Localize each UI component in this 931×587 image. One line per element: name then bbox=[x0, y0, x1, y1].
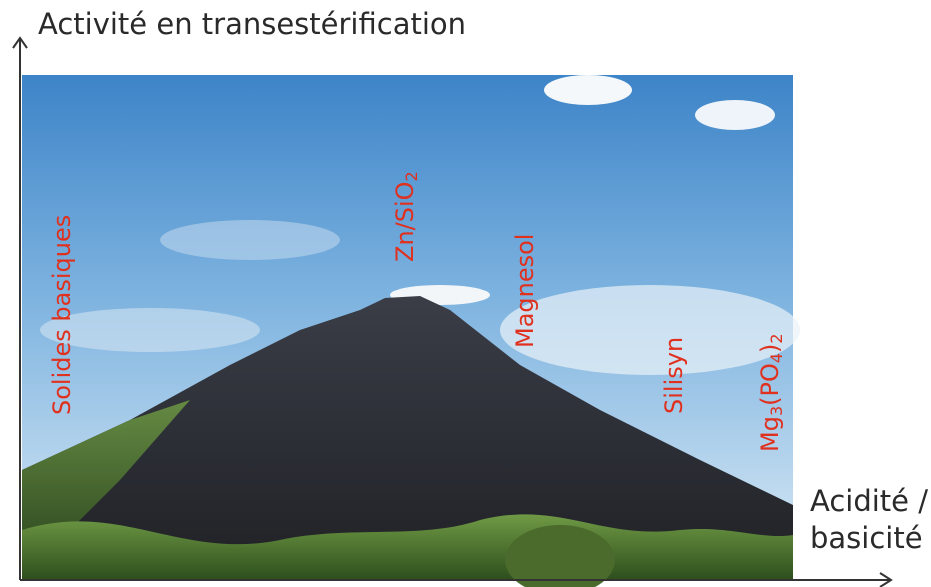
cloud bbox=[500, 285, 800, 375]
label-mg-text: Mg bbox=[756, 416, 784, 452]
label-solides-basiques: Solides basiques bbox=[48, 214, 76, 415]
cloud bbox=[544, 75, 632, 105]
label-mg-subscript: 3 bbox=[767, 405, 786, 417]
label-paren-subscript: 2 bbox=[767, 333, 786, 344]
diagram-canvas: Activité en transestérification Acidité … bbox=[0, 0, 931, 587]
cloud bbox=[695, 100, 775, 130]
label-zn-sio2: Zn/SiO2 bbox=[391, 171, 421, 262]
label-mg3po42: Mg3(PO4)2 bbox=[756, 333, 786, 452]
label-zn-sio2-text: Zn/SiO bbox=[391, 181, 419, 262]
photo-background bbox=[22, 75, 800, 587]
cloud bbox=[160, 220, 340, 260]
label-po-text: (PO bbox=[756, 363, 784, 406]
x-axis-title-line1: Acidité / bbox=[810, 484, 928, 518]
label-zn-sio2-subscript: 2 bbox=[402, 171, 421, 182]
volcano-photo bbox=[12, 36, 893, 587]
y-axis-title: Activité en transestérification bbox=[38, 7, 467, 41]
x-axis-title-line2: basicité bbox=[810, 521, 923, 555]
label-magnesol: Magnesol bbox=[511, 233, 539, 348]
label-silisyn: Silisyn bbox=[660, 336, 688, 414]
label-paren-text: ) bbox=[756, 343, 784, 353]
label-po-subscript: 4 bbox=[767, 352, 786, 364]
